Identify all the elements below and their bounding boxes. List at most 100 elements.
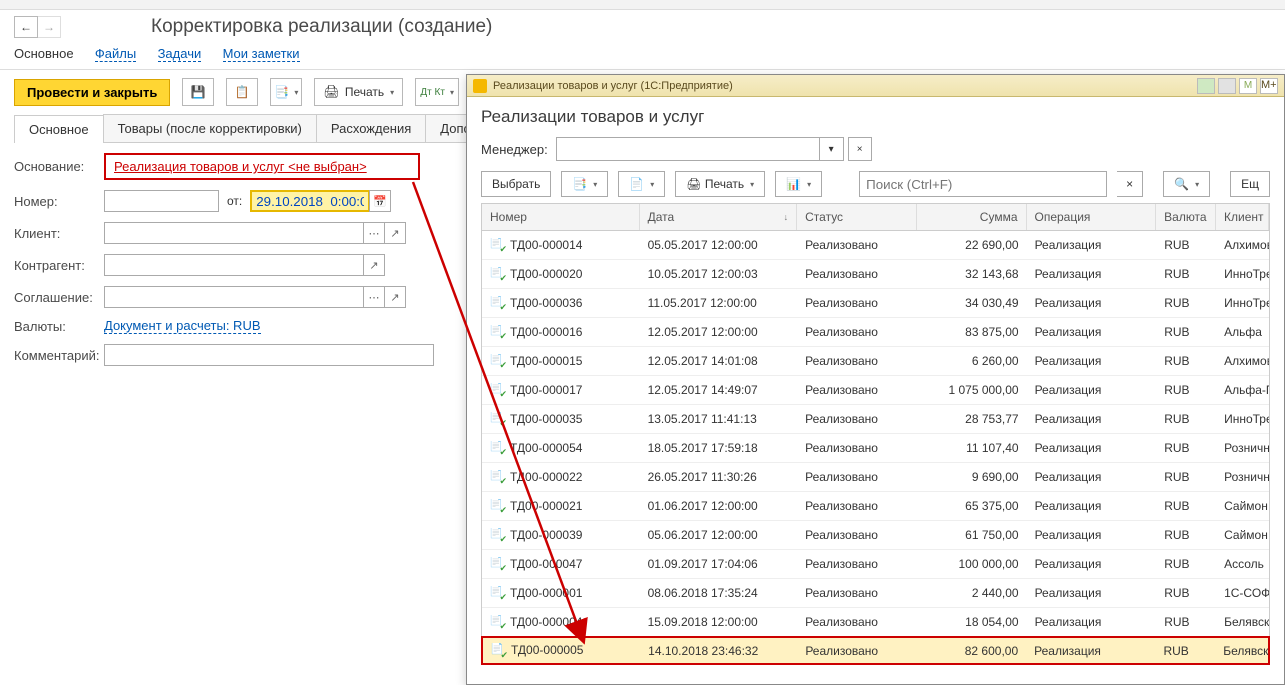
- tab-diff[interactable]: Расхождения: [316, 114, 426, 142]
- nav-forward-button[interactable]: →: [37, 16, 61, 38]
- basis-field-highlight: Реализация товаров и услуг <не выбран>: [104, 153, 420, 180]
- link-files[interactable]: Файлы: [95, 46, 136, 62]
- print-button[interactable]: 🖨 Печать: [675, 171, 765, 197]
- table-body: ТД00-00001405.05.2017 12:00:00Реализован…: [482, 231, 1269, 665]
- nav-back-button[interactable]: ←: [14, 16, 38, 38]
- document-posted-icon: [490, 470, 504, 484]
- link-main[interactable]: Основное: [14, 46, 74, 61]
- manager-dropdown-button[interactable]: ▾: [820, 137, 844, 161]
- table-row[interactable]: ТД00-00004701.09.2017 17:04:06Реализован…: [482, 550, 1269, 579]
- documents-table: Номер Дата↓ Статус Сумма Операция Валюта…: [481, 203, 1270, 665]
- grid-icon[interactable]: [1218, 78, 1236, 94]
- document-posted-icon: [490, 586, 504, 600]
- document-posted-icon: [490, 441, 504, 455]
- lookup-icon: ⋯: [369, 291, 380, 304]
- printer-icon: 🖨: [686, 177, 701, 191]
- open-icon: ↗: [390, 227, 399, 240]
- table-row[interactable]: ТД00-00001612.05.2017 12:00:00Реализован…: [482, 318, 1269, 347]
- sort-asc-icon: ↓: [784, 212, 789, 222]
- tab-main[interactable]: Основное: [14, 115, 104, 143]
- contragent-input[interactable]: [104, 254, 364, 276]
- save-button[interactable]: 💾: [182, 78, 214, 106]
- client-lookup-button[interactable]: ⋯: [363, 222, 385, 244]
- col-date[interactable]: Дата↓: [640, 204, 798, 230]
- print-button[interactable]: Печать: [314, 78, 403, 106]
- document-posted-icon: [490, 238, 504, 252]
- col-status[interactable]: Статус: [797, 204, 917, 230]
- date-input[interactable]: [250, 190, 370, 212]
- search-icon: 🔍: [1174, 177, 1189, 191]
- manager-input[interactable]: [556, 137, 820, 161]
- basis-link[interactable]: Реализация товаров и услуг <не выбран>: [114, 159, 367, 174]
- table-row[interactable]: ТД00-00005418.05.2017 17:59:18Реализован…: [482, 434, 1269, 463]
- calendar-icon[interactable]: [1197, 78, 1215, 94]
- table-row[interactable]: ТД00-00000415.09.2018 12:00:00Реализован…: [482, 608, 1269, 637]
- agreement-lookup-button[interactable]: ⋯: [363, 286, 385, 308]
- select-button[interactable]: Выбрать: [481, 171, 551, 197]
- create-based-on-button[interactable]: 📑: [270, 78, 302, 106]
- manager-clear-button[interactable]: ×: [848, 137, 872, 161]
- table-row[interactable]: ТД00-00003905.06.2017 12:00:00Реализован…: [482, 521, 1269, 550]
- m-button[interactable]: M: [1239, 78, 1257, 94]
- number-input[interactable]: [104, 190, 219, 212]
- agreement-label: Соглашение:: [14, 290, 104, 305]
- more-button[interactable]: Ещ: [1230, 171, 1270, 197]
- table-row[interactable]: ТД00-00002101.06.2017 12:00:00Реализован…: [482, 492, 1269, 521]
- popup-titlebar[interactable]: Реализации товаров и услуг (1С:Предприят…: [467, 75, 1284, 97]
- link-notes[interactable]: Мои заметки: [223, 46, 300, 62]
- reports-button[interactable]: 📊: [775, 171, 822, 197]
- tab-goods[interactable]: Товары (после корректировки): [103, 114, 317, 142]
- contragent-open-button[interactable]: ↗: [363, 254, 385, 276]
- search-input[interactable]: [859, 171, 1107, 197]
- post-and-close-button[interactable]: Провести и закрыть: [14, 79, 170, 106]
- col-number[interactable]: Номер: [482, 204, 640, 230]
- find-button[interactable]: 🔍: [1163, 171, 1210, 197]
- document-posted-icon: [490, 499, 504, 513]
- document-posted-icon: [490, 267, 504, 281]
- col-client[interactable]: Клиент: [1216, 204, 1269, 230]
- col-sum[interactable]: Сумма: [917, 204, 1027, 230]
- document-posted-icon: [490, 354, 504, 368]
- document-posted-icon: [490, 557, 504, 571]
- currency-label: Валюты:: [14, 319, 104, 334]
- dt-kt-icon: Дт Кт: [420, 87, 445, 98]
- m-plus-button[interactable]: M+: [1260, 78, 1278, 94]
- table-row[interactable]: ТД00-00003611.05.2017 12:00:00Реализован…: [482, 289, 1269, 318]
- open-icon: ↗: [390, 291, 399, 304]
- document-posted-icon: [490, 383, 504, 397]
- table-row[interactable]: ТД00-00000108.06.2018 17:35:24Реализован…: [482, 579, 1269, 608]
- search-clear-button[interactable]: ×: [1117, 171, 1143, 197]
- section-links: Основное Файлы Задачи Мои заметки: [0, 44, 1285, 70]
- report-icon: 📊: [786, 177, 801, 191]
- create-based-on-button[interactable]: 📑: [561, 171, 608, 197]
- popup-window-title: Реализации товаров и услуг (1С:Предприят…: [493, 80, 733, 92]
- table-row[interactable]: ТД00-00003513.05.2017 11:41:13Реализован…: [482, 405, 1269, 434]
- table-row[interactable]: ТД00-00002010.05.2017 12:00:03Реализован…: [482, 260, 1269, 289]
- link-tasks[interactable]: Задачи: [158, 46, 202, 62]
- table-row[interactable]: ТД00-00001405.05.2017 12:00:00Реализован…: [482, 231, 1269, 260]
- dt-kt-button[interactable]: Дт Кт: [415, 78, 459, 106]
- set-status-button[interactable]: 📄: [618, 171, 665, 197]
- table-header: Номер Дата↓ Статус Сумма Операция Валюта…: [482, 204, 1269, 231]
- agreement-open-button[interactable]: ↗: [384, 286, 406, 308]
- table-row[interactable]: ТД00-00000514.10.2018 23:46:32Реализован…: [481, 636, 1270, 665]
- client-input[interactable]: [104, 222, 364, 244]
- document-plus-icon: 📑: [274, 85, 289, 99]
- table-row[interactable]: ТД00-00001712.05.2017 14:49:07Реализован…: [482, 376, 1269, 405]
- from-label: от:: [227, 194, 242, 208]
- date-picker-button[interactable]: 📅: [369, 190, 391, 212]
- table-row[interactable]: ТД00-00002226.05.2017 11:30:26Реализован…: [482, 463, 1269, 492]
- popup-title: Реализации товаров и услуг: [481, 107, 1270, 127]
- agreement-input[interactable]: [104, 286, 364, 308]
- document-posted-icon: [490, 412, 504, 426]
- selection-popup: Реализации товаров и услуг (1С:Предприят…: [466, 74, 1285, 685]
- document-posted-icon: [490, 325, 504, 339]
- top-strip: [0, 0, 1285, 10]
- col-currency[interactable]: Валюта: [1156, 204, 1216, 230]
- table-row[interactable]: ТД00-00001512.05.2017 14:01:08Реализован…: [482, 347, 1269, 376]
- post-button[interactable]: 📋: [226, 78, 258, 106]
- col-operation[interactable]: Операция: [1027, 204, 1157, 230]
- currency-link[interactable]: Документ и расчеты: RUB: [104, 318, 261, 334]
- comment-input[interactable]: [104, 344, 434, 366]
- client-open-button[interactable]: ↗: [384, 222, 406, 244]
